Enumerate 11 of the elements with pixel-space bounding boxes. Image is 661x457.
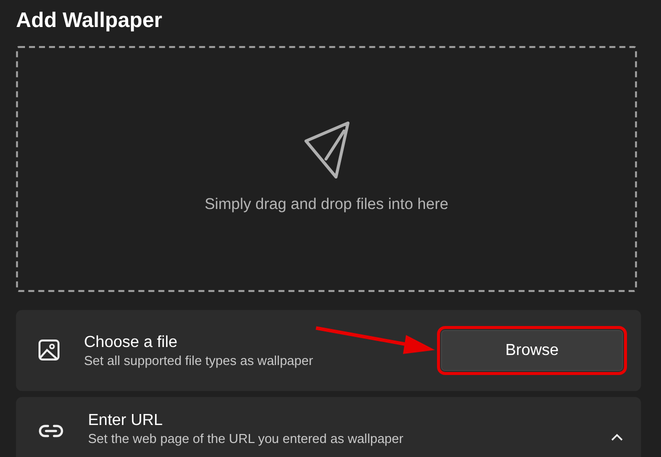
drop-hint: Simply drag and drop files into here bbox=[204, 195, 448, 216]
drop-zone[interactable]: Simply drag and drop files into here bbox=[16, 46, 637, 292]
link-icon bbox=[38, 424, 64, 438]
send-icon bbox=[304, 121, 350, 180]
option-title: Choose a file bbox=[84, 332, 178, 352]
option-subtitle: Set all supported file types as wallpaper bbox=[84, 352, 314, 368]
chevron-icon[interactable] bbox=[611, 432, 623, 441]
option-subtitle: Set the web page of the URL you entered as wallpaper bbox=[88, 431, 404, 447]
option-title: Enter URL bbox=[88, 411, 164, 431]
page-title: Add Wallpaper bbox=[16, 8, 164, 34]
image-icon bbox=[38, 339, 60, 362]
